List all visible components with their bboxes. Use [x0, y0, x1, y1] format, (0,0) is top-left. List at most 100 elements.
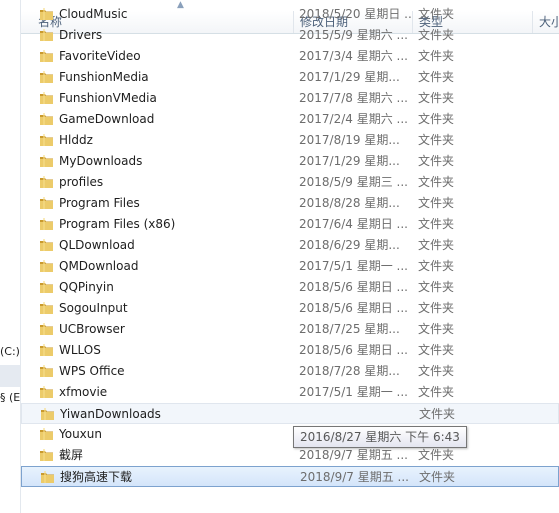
folder-icon: [40, 365, 53, 377]
file-row[interactable]: SogouInput 2018/5/6 星期日 ... 文件夹: [21, 298, 559, 319]
file-row[interactable]: Hlddz 2017/8/19 星期... 文件夹: [21, 130, 559, 151]
file-row[interactable]: xfmovie 2017/5/1 星期一 ... 文件夹: [21, 382, 559, 403]
file-row[interactable]: QMDownload 2017/5/1 星期一 ... 文件夹: [21, 256, 559, 277]
file-type: 文件夹: [418, 448, 455, 462]
file-name: CloudMusic: [59, 7, 128, 21]
file-type: 文件夹: [418, 7, 455, 21]
file-row[interactable]: QQPinyin 2018/5/6 星期日 ... 文件夹: [21, 277, 559, 298]
file-date: 2017/1/29 星期...: [299, 154, 400, 168]
file-row[interactable]: FunshionMedia 2017/1/29 星期... 文件夹: [21, 67, 559, 88]
file-type: 文件夹: [418, 385, 455, 399]
file-name: YiwanDownloads: [60, 407, 161, 421]
file-row[interactable]: MyDownloads 2017/1/29 星期... 文件夹: [21, 151, 559, 172]
file-type: 文件夹: [418, 301, 455, 315]
folder-icon: [40, 386, 53, 398]
file-type: 文件夹: [418, 280, 455, 294]
file-name: MyDownloads: [59, 154, 143, 168]
file-date: 2018/9/7 星期五 ...: [299, 448, 408, 462]
file-name: Hlddz: [59, 133, 93, 147]
file-name: FunshionVMedia: [59, 91, 157, 105]
file-type: 文件夹: [418, 343, 455, 357]
folder-icon: [40, 428, 53, 440]
file-row[interactable]: GameDownload 2017/2/4 星期六 ... 文件夹: [21, 109, 559, 130]
file-name: GameDownload: [59, 112, 155, 126]
file-name: QQPinyin: [59, 280, 114, 294]
file-name: Youxun: [59, 427, 102, 441]
file-date: [300, 404, 414, 425]
file-name: profiles: [59, 175, 104, 189]
folder-icon: [40, 176, 53, 188]
file-date: 2018/5/6 星期日 ...: [299, 301, 408, 315]
folder-icon: [40, 344, 53, 356]
file-row[interactable]: Youxun2017/1/29 星期...文件夹: [21, 424, 559, 445]
file-row[interactable]: QLDownload 2018/6/29 星期... 文件夹: [21, 235, 559, 256]
file-date: 2018/5/9 星期三 ...: [299, 175, 408, 189]
folder-icon: [40, 92, 53, 104]
file-name: SogouInput: [59, 301, 128, 315]
folder-icon: [40, 155, 53, 167]
file-row[interactable]: CloudMusic 2018/5/20 星期日 ... 文件夹: [21, 4, 559, 25]
file-date: 2017/8/19 星期...: [299, 133, 400, 147]
file-name: 截屏: [59, 448, 84, 462]
file-date: 2018/9/7 星期五 ...: [300, 470, 409, 484]
file-date: 2018/8/28 星期...: [299, 196, 400, 210]
file-type: 文件夹: [418, 70, 455, 84]
file-row[interactable]: 搜狗高速下载 2018/9/7 星期五 ... 文件夹: [21, 466, 559, 487]
file-row[interactable]: Drivers 2015/5/9 星期六 ... 文件夹: [21, 25, 559, 46]
file-type: 文件夹: [418, 259, 455, 273]
folder-icon: [40, 197, 53, 209]
drive-e-label[interactable]: § (E: [0, 391, 20, 404]
folder-icon: [40, 113, 53, 125]
file-type: 文件夹: [418, 49, 455, 63]
file-date: 2017/5/1 星期一 ...: [299, 385, 408, 399]
file-row[interactable]: profiles 2018/5/9 星期三 ... 文件夹: [21, 172, 559, 193]
folder-icon: [40, 71, 53, 83]
file-name: FavoriteVideo: [59, 49, 141, 63]
file-name: WPS Office: [59, 364, 125, 378]
file-date: 2017/3/4 星期六 ...: [299, 49, 408, 63]
navigation-selection[interactable]: [0, 365, 20, 387]
folder-icon: [40, 29, 53, 41]
file-type: 文件夹: [418, 217, 455, 231]
file-name: xfmovie: [59, 385, 108, 399]
file-date: 2018/5/6 星期日 ...: [299, 343, 408, 357]
file-name: FunshionMedia: [59, 70, 149, 84]
navigation-pane: (C:) § (E: [0, 0, 21, 513]
file-type: 文件夹: [419, 407, 456, 421]
file-date: 2017/1/29 星期...: [299, 70, 400, 84]
file-row[interactable]: Program Files (x86) 2017/6/4 星期日 ... 文件夹: [21, 214, 559, 235]
file-type: 文件夹: [418, 28, 455, 42]
file-name: Drivers: [59, 28, 103, 42]
file-row[interactable]: WLLOS 2018/5/6 星期日 ... 文件夹: [21, 340, 559, 361]
file-type: 文件夹: [418, 112, 455, 126]
file-date: 2017/5/1 星期一 ...: [299, 259, 408, 273]
file-row[interactable]: 截屏 2018/9/7 星期五 ... 文件夹: [21, 445, 559, 466]
file-type: 文件夹: [418, 238, 455, 252]
date-tooltip: 2016/8/27 星期六 下午 6:43: [293, 426, 467, 448]
file-row[interactable]: Program Files 2018/8/28 星期... 文件夹: [21, 193, 559, 214]
file-date: 2018/5/20 星期日 ...: [299, 7, 413, 21]
file-row[interactable]: FavoriteVideo 2017/3/4 星期六 ... 文件夹: [21, 46, 559, 67]
file-name: WLLOS: [59, 343, 101, 357]
file-date: 2018/7/28 星期...: [299, 364, 400, 378]
drive-c-label[interactable]: (C:): [0, 345, 20, 358]
file-date: 2017/7/8 星期六 ...: [299, 91, 408, 105]
folder-icon: [40, 218, 53, 230]
folder-icon: [40, 449, 53, 461]
file-type: 文件夹: [418, 196, 455, 210]
file-name: QMDownload: [59, 259, 139, 273]
file-type: 文件夹: [419, 470, 456, 484]
folder-icon: [40, 281, 53, 293]
folder-icon: [40, 323, 53, 335]
file-row[interactable]: FunshionVMedia 2017/7/8 星期六 ... 文件夹: [21, 88, 559, 109]
file-row[interactable]: YiwanDownloads 文件夹: [21, 403, 559, 424]
file-row[interactable]: WPS Office 2018/7/28 星期... 文件夹: [21, 361, 559, 382]
folder-icon: [40, 302, 53, 314]
folder-icon: [40, 50, 53, 62]
file-name: Program Files (x86): [59, 217, 176, 231]
file-type: 文件夹: [418, 175, 455, 189]
file-type: 文件夹: [418, 364, 455, 378]
file-row[interactable]: UCBrowser 2018/7/25 星期... 文件夹: [21, 319, 559, 340]
file-type: 文件夹: [418, 322, 455, 336]
folder-icon: [41, 408, 54, 420]
